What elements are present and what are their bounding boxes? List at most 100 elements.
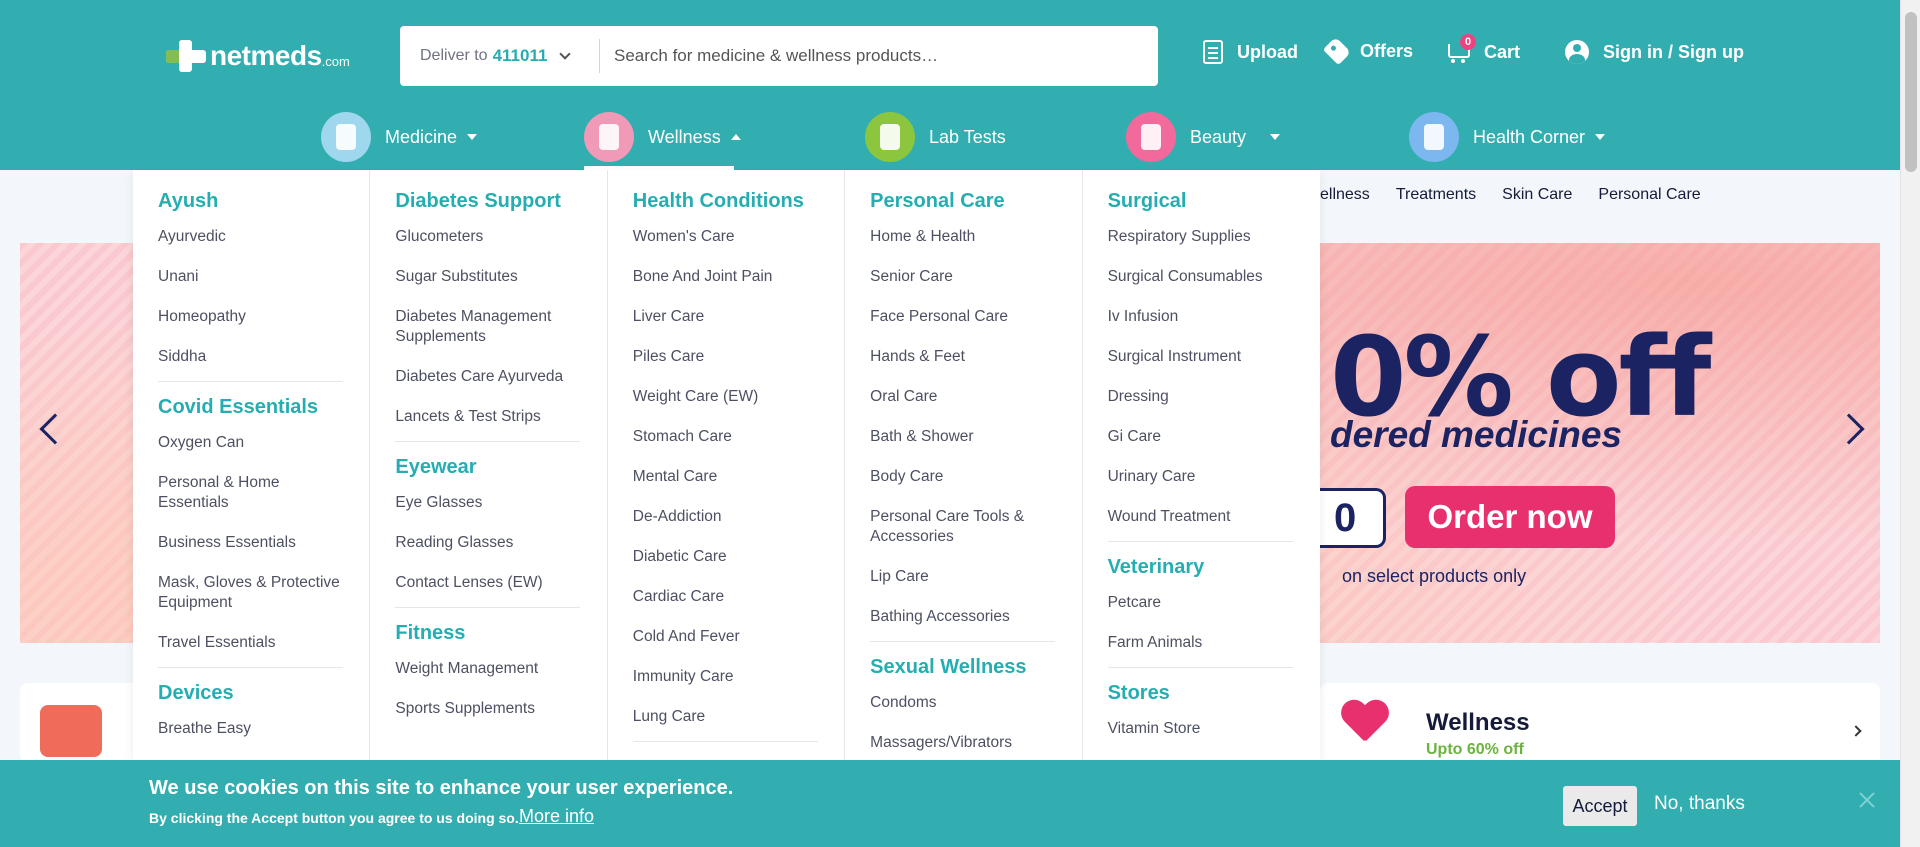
menu-item[interactable]: Homeopathy (158, 307, 343, 327)
menu-item[interactable]: Condoms (870, 693, 1055, 713)
menu-item[interactable]: Ayurvedic (158, 227, 343, 247)
menu-item[interactable]: Surgical Consumables (1108, 267, 1293, 287)
menu-item[interactable]: Lip Care (870, 567, 1055, 587)
menu-item[interactable]: Personal Care Tools & Accessories (870, 507, 1055, 547)
logo-suffix: .com (321, 53, 350, 69)
menu-column: Health Conditions Women's Care Bone And … (608, 170, 846, 760)
menu-item[interactable]: Surgical Instrument (1108, 347, 1293, 367)
menu-item[interactable]: Petcare (1108, 593, 1293, 613)
menu-section-title[interactable]: Personal Care (870, 190, 1081, 213)
menu-item[interactable]: De-Addiction (633, 507, 818, 527)
menu-section-title[interactable]: Eyewear (395, 456, 606, 479)
category-wellness[interactable]: Wellness (584, 112, 741, 162)
deliver-to-selector[interactable]: Deliver to 411011 (400, 39, 600, 73)
menu-item[interactable]: Senior Care (870, 267, 1055, 287)
search-input[interactable] (600, 46, 1140, 66)
subnav-item[interactable]: ellness (1320, 186, 1370, 204)
category-beauty[interactable]: Beauty (1126, 112, 1281, 162)
no-thanks-button[interactable]: No, thanks (1654, 793, 1745, 815)
menu-item[interactable]: Sugar Substitutes (395, 267, 580, 287)
menu-item[interactable]: Massagers/Vibrators (870, 733, 1055, 753)
cookie-text: By clicking the Accept button you agree … (149, 810, 519, 826)
menu-item[interactable]: Piles Care (633, 347, 818, 367)
menu-item[interactable]: Glucometers (395, 227, 580, 247)
menu-section-title[interactable]: Surgical (1108, 190, 1320, 213)
menu-item[interactable]: Diabetic Care (633, 547, 818, 567)
menu-item[interactable]: Bath & Shower (870, 427, 1055, 447)
menu-item[interactable]: Weight Management (395, 659, 580, 679)
menu-section-title[interactable]: Fitness (395, 622, 606, 645)
scrollbar-thumb[interactable] (1905, 12, 1917, 172)
page-scrollbar[interactable] (1900, 0, 1920, 847)
divider (395, 441, 581, 442)
category-medicine[interactable]: Medicine (321, 112, 478, 162)
offers-link[interactable]: Offers (1322, 36, 1413, 66)
menu-section-title[interactable]: Ayush (158, 190, 369, 213)
cart-icon: 0 (1446, 34, 1476, 64)
menu-item[interactable]: Body Care (870, 467, 1055, 487)
subnav-item[interactable]: Treatments (1396, 186, 1476, 204)
menu-item[interactable]: Cold And Fever (633, 627, 818, 647)
menu-item[interactable]: Face Personal Care (870, 307, 1055, 327)
menu-item[interactable]: Personal & Home Essentials (158, 473, 343, 513)
menu-section-title[interactable]: Covid Essentials (158, 396, 369, 419)
menu-section-title[interactable]: Diabetes Support (395, 190, 606, 213)
menu-item[interactable]: Oxygen Can (158, 433, 343, 453)
medicine-icon (321, 112, 371, 162)
menu-section-title[interactable]: Sexual Wellness (870, 656, 1081, 679)
menu-item[interactable]: Weight Care (EW) (633, 387, 818, 407)
menu-section-title[interactable]: Devices (158, 682, 369, 705)
menu-item[interactable]: Business Essentials (158, 533, 343, 553)
menu-item[interactable]: Stomach Care (633, 427, 818, 447)
menu-item[interactable]: Bathing Accessories (870, 607, 1055, 627)
menu-item[interactable]: Gi Care (1108, 427, 1293, 447)
menu-item[interactable]: Farm Animals (1108, 633, 1293, 653)
menu-item[interactable]: Dressing (1108, 387, 1293, 407)
menu-item[interactable]: Hands & Feet (870, 347, 1055, 367)
menu-item[interactable]: Vitamin Store (1108, 719, 1293, 739)
menu-item[interactable]: Reading Glasses (395, 533, 580, 553)
menu-item[interactable]: Lung Care (633, 707, 818, 727)
menu-item[interactable]: Siddha (158, 347, 343, 367)
netmeds-logo[interactable]: netmeds .com (166, 40, 350, 72)
menu-section-title[interactable]: Stores (1108, 682, 1320, 705)
beauty-icon (1126, 112, 1176, 162)
menu-item[interactable]: Bone And Joint Pain (633, 267, 818, 287)
more-info-link[interactable]: More info (519, 806, 594, 827)
menu-item[interactable]: Iv Infusion (1108, 307, 1293, 327)
menu-item[interactable]: Liver Care (633, 307, 818, 327)
menu-item[interactable]: Respiratory Supplies (1108, 227, 1293, 247)
menu-section-title[interactable]: Health Conditions (633, 190, 844, 213)
menu-item[interactable]: Immunity Care (633, 667, 818, 687)
menu-item[interactable]: Travel Essentials (158, 633, 343, 653)
menu-item[interactable]: Women's Care (633, 227, 818, 247)
order-now-button[interactable]: Order now (1405, 486, 1615, 548)
subnav-item[interactable]: Personal Care (1598, 186, 1700, 204)
category-health-corner[interactable]: Health Corner (1409, 112, 1606, 162)
menu-item[interactable]: Mask, Gloves & Protective Equipment (158, 573, 343, 613)
accept-button[interactable]: Accept (1563, 786, 1637, 826)
category-lab-tests[interactable]: Lab Tests (865, 112, 1006, 162)
menu-item[interactable]: Lancets & Test Strips (395, 407, 580, 427)
menu-item[interactable]: Urinary Care (1108, 467, 1293, 487)
menu-section-title[interactable]: Veterinary (1108, 556, 1320, 579)
menu-item[interactable]: Sports Supplements (395, 699, 580, 719)
close-icon[interactable] (1857, 790, 1877, 810)
medicine-card[interactable] (20, 683, 150, 763)
menu-item[interactable]: Diabetes Care Ayurveda (395, 367, 580, 387)
menu-item[interactable]: Unani (158, 267, 343, 287)
menu-item[interactable]: Wound Treatment (1108, 507, 1293, 527)
divider (1107, 667, 1293, 668)
signin-link[interactable]: Sign in / Sign up (1565, 40, 1744, 64)
cart-link[interactable]: 0 Cart (1446, 34, 1520, 64)
menu-item[interactable]: Diabetes Management Supplements (395, 307, 580, 347)
menu-item[interactable]: Eye Glasses (395, 493, 580, 513)
subnav-item[interactable]: Skin Care (1502, 186, 1572, 204)
menu-item[interactable]: Home & Health (870, 227, 1055, 247)
menu-item[interactable]: Mental Care (633, 467, 818, 487)
menu-item[interactable]: Contact Lenses (EW) (395, 573, 580, 593)
menu-item[interactable]: Cardiac Care (633, 587, 818, 607)
menu-item[interactable]: Breathe Easy (158, 719, 343, 739)
upload-link[interactable]: Upload (1203, 40, 1298, 64)
menu-item[interactable]: Oral Care (870, 387, 1055, 407)
